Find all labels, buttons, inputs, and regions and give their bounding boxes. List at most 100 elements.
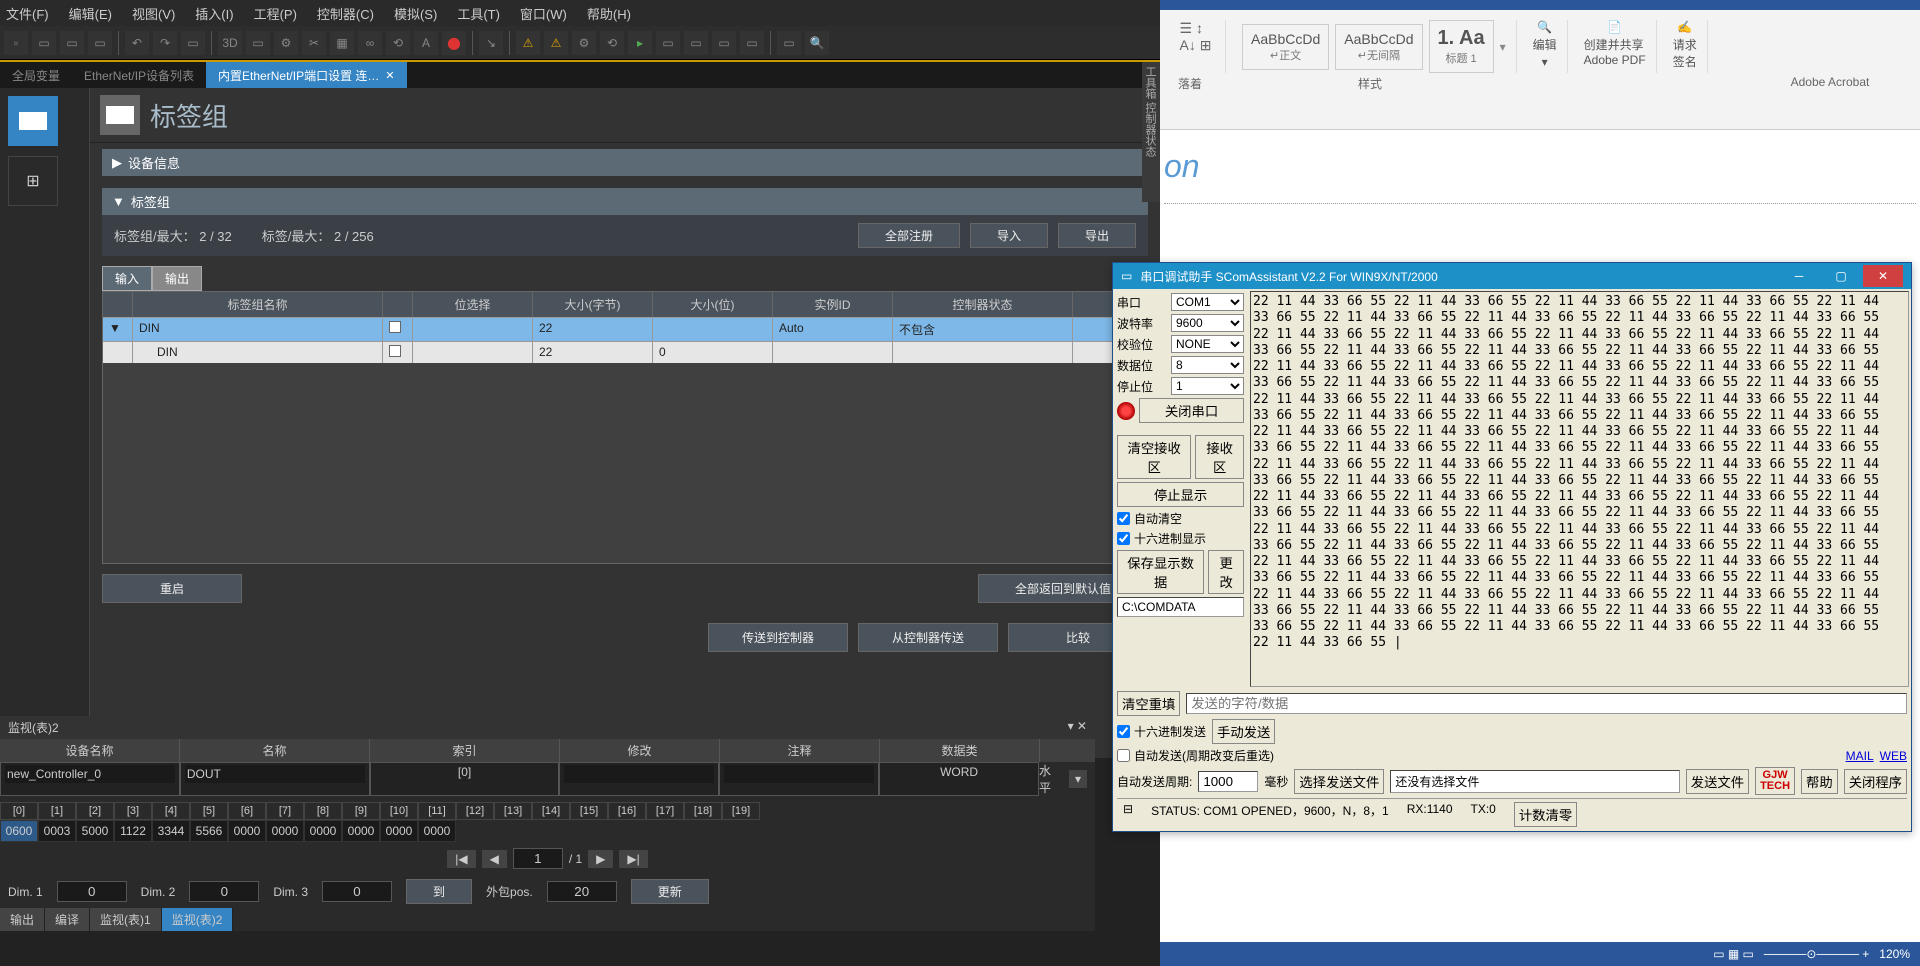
save-display-button[interactable]: 保存显示数据 bbox=[1117, 550, 1204, 594]
menu-tools[interactable]: 工具(T) bbox=[457, 4, 500, 23]
port-select[interactable]: COM1 bbox=[1171, 293, 1244, 311]
send-text-input[interactable] bbox=[1186, 693, 1907, 714]
styles-more-icon[interactable]: ▾ bbox=[1500, 40, 1506, 54]
mem-cell[interactable]: 0000 bbox=[304, 820, 342, 842]
device-name-input[interactable] bbox=[5, 765, 175, 783]
close-program-button[interactable]: 关闭程序 bbox=[1844, 769, 1907, 794]
request-signature-button[interactable]: ✍请求 签名 bbox=[1673, 20, 1697, 70]
dim3-input[interactable] bbox=[322, 881, 392, 902]
clear-refill-button[interactable]: 清空重填 bbox=[1117, 691, 1180, 716]
tb-block2-icon[interactable]: ▭ bbox=[684, 31, 708, 55]
count-clear-button[interactable]: 计数清零 bbox=[1514, 802, 1577, 827]
close-icon[interactable]: ✕ bbox=[385, 69, 394, 82]
right-dock-tabs[interactable]: 工具箱 控制器状态 bbox=[1142, 62, 1160, 202]
edit-dropdown[interactable]: 🔍编辑 ▾ bbox=[1533, 20, 1557, 69]
menu-project[interactable]: 工程(P) bbox=[254, 4, 297, 23]
expand-icon[interactable]: ▼ bbox=[103, 318, 133, 341]
dock-dropdown-icon[interactable]: ▾ ✕ bbox=[1068, 719, 1087, 736]
pos-input[interactable] bbox=[547, 881, 617, 902]
mem-cell[interactable]: 0003 bbox=[38, 820, 76, 842]
menu-file[interactable]: 文件(F) bbox=[6, 4, 49, 23]
clear-rx-button[interactable]: 清空接收区 bbox=[1117, 435, 1191, 479]
mem-cell[interactable]: 1122 bbox=[114, 820, 152, 842]
style-normal[interactable]: AaBbCcDd↵正文 bbox=[1242, 24, 1329, 70]
tb-play-icon[interactable]: ▸ bbox=[628, 31, 652, 55]
last-page-button[interactable]: ▶| bbox=[619, 850, 647, 868]
comment-input[interactable] bbox=[724, 765, 874, 783]
cell-check[interactable] bbox=[383, 318, 413, 341]
modify-input[interactable] bbox=[564, 765, 714, 783]
tab-input[interactable]: 输入 bbox=[102, 266, 152, 291]
tb-stop-icon[interactable]: ⬤ bbox=[442, 31, 466, 55]
tb-new-icon[interactable]: ▫ bbox=[4, 31, 28, 55]
tb-block-icon[interactable]: ▭ bbox=[656, 31, 680, 55]
tb-debug-icon[interactable]: ↘ bbox=[479, 31, 503, 55]
cell-check[interactable] bbox=[383, 342, 413, 363]
tb-zoom-icon[interactable]: ▭ bbox=[777, 31, 801, 55]
tool-tree-icon[interactable]: ⊞ bbox=[8, 156, 58, 206]
table-row[interactable]: ▼ DIN 22 Auto 不包含 bbox=[103, 317, 1147, 341]
tb-cut-icon[interactable]: ✂ bbox=[302, 31, 326, 55]
tab-ethernet-devices[interactable]: EtherNet/IP设备列表 bbox=[72, 62, 206, 88]
paragraph-icons[interactable]: ☰ ↕A↓ ⊞ bbox=[1180, 20, 1212, 54]
close-button[interactable]: ✕ bbox=[1863, 265, 1903, 287]
mail-link[interactable]: MAIL bbox=[1846, 749, 1874, 763]
tb-block4-icon[interactable]: ▭ bbox=[740, 31, 764, 55]
table-row[interactable]: DIN 22 0 bbox=[103, 341, 1147, 363]
menu-controller[interactable]: 控制器(C) bbox=[317, 4, 374, 23]
tb-link-icon[interactable]: ∞ bbox=[358, 31, 382, 55]
menu-help[interactable]: 帮助(H) bbox=[587, 4, 631, 23]
hex-send-checkbox[interactable] bbox=[1117, 725, 1130, 738]
tab-watch2[interactable]: 监视(表)2 bbox=[162, 908, 234, 931]
menu-window[interactable]: 窗口(W) bbox=[520, 4, 567, 23]
cell-ctrl[interactable]: 不包含 bbox=[893, 318, 1073, 341]
tb-redo-icon[interactable]: ↷ bbox=[153, 31, 177, 55]
cell-bits[interactable]: 0 bbox=[653, 342, 773, 363]
zoom-level[interactable]: 120% bbox=[1879, 947, 1910, 961]
tab-global-vars[interactable]: 全局变量 bbox=[0, 62, 72, 88]
tb-block3-icon[interactable]: ▭ bbox=[712, 31, 736, 55]
maximize-button[interactable]: ▢ bbox=[1821, 265, 1861, 287]
rx-area-button[interactable]: 接收区 bbox=[1195, 435, 1244, 479]
mem-cell[interactable]: 5000 bbox=[76, 820, 114, 842]
tb-grid-icon[interactable]: ▦ bbox=[330, 31, 354, 55]
to-button[interactable]: 到 bbox=[406, 879, 472, 904]
parity-select[interactable]: NONE bbox=[1171, 335, 1244, 353]
tool-block-icon[interactable] bbox=[8, 96, 58, 146]
auto-send-checkbox[interactable] bbox=[1117, 749, 1130, 762]
style-nospace[interactable]: AaBbCcDd↵无间隔 bbox=[1335, 24, 1422, 70]
prev-page-button[interactable]: ◀ bbox=[482, 850, 507, 868]
tab-watch1[interactable]: 监视(表)1 bbox=[90, 908, 162, 931]
tb-sync-icon[interactable]: ⟲ bbox=[386, 31, 410, 55]
baud-select[interactable]: 9600 bbox=[1171, 314, 1244, 332]
send-file-button[interactable]: 发送文件 bbox=[1686, 769, 1749, 794]
send-from-controller-button[interactable]: 从控制器传送 bbox=[858, 623, 998, 652]
close-port-button[interactable]: 关闭串口 bbox=[1139, 398, 1244, 423]
menu-edit[interactable]: 编辑(E) bbox=[69, 4, 112, 23]
cell-name[interactable]: DIN bbox=[133, 318, 383, 341]
mem-cell[interactable]: 0000 bbox=[342, 820, 380, 842]
menu-view[interactable]: 视图(V) bbox=[132, 4, 175, 23]
tb-gear-icon[interactable]: ⚙ bbox=[572, 31, 596, 55]
restart-button[interactable]: 重启 bbox=[102, 574, 242, 603]
dim1-input[interactable] bbox=[57, 881, 127, 902]
cell-bytes[interactable]: 22 bbox=[533, 342, 653, 363]
name-input[interactable] bbox=[185, 765, 365, 783]
level-dropdown-icon[interactable]: ▾ bbox=[1069, 770, 1087, 788]
auto-clear-checkbox[interactable] bbox=[1117, 512, 1130, 525]
cell-inst[interactable]: Auto bbox=[773, 318, 893, 341]
save-path-field[interactable]: C:\COMDATA bbox=[1117, 597, 1244, 617]
tb-search-icon[interactable]: 🔍 bbox=[805, 31, 829, 55]
next-page-button[interactable]: ▶ bbox=[588, 850, 613, 868]
tab-compile[interactable]: 编译 bbox=[45, 908, 90, 931]
cell-name[interactable]: DIN bbox=[133, 342, 383, 363]
tb-save-icon[interactable]: ▭ bbox=[60, 31, 84, 55]
view-icons[interactable]: ▭ ▦ ▭ bbox=[1713, 947, 1754, 961]
send-period-input[interactable] bbox=[1198, 771, 1258, 792]
page-input[interactable] bbox=[513, 848, 563, 869]
cell-bytes[interactable]: 22 bbox=[533, 318, 653, 341]
menu-insert[interactable]: 插入(I) bbox=[195, 4, 233, 23]
tb-warning2-icon[interactable]: ⚠ bbox=[544, 31, 568, 55]
databits-select[interactable]: 8 bbox=[1171, 356, 1244, 374]
tb-wrench-icon[interactable]: ⚙ bbox=[274, 31, 298, 55]
